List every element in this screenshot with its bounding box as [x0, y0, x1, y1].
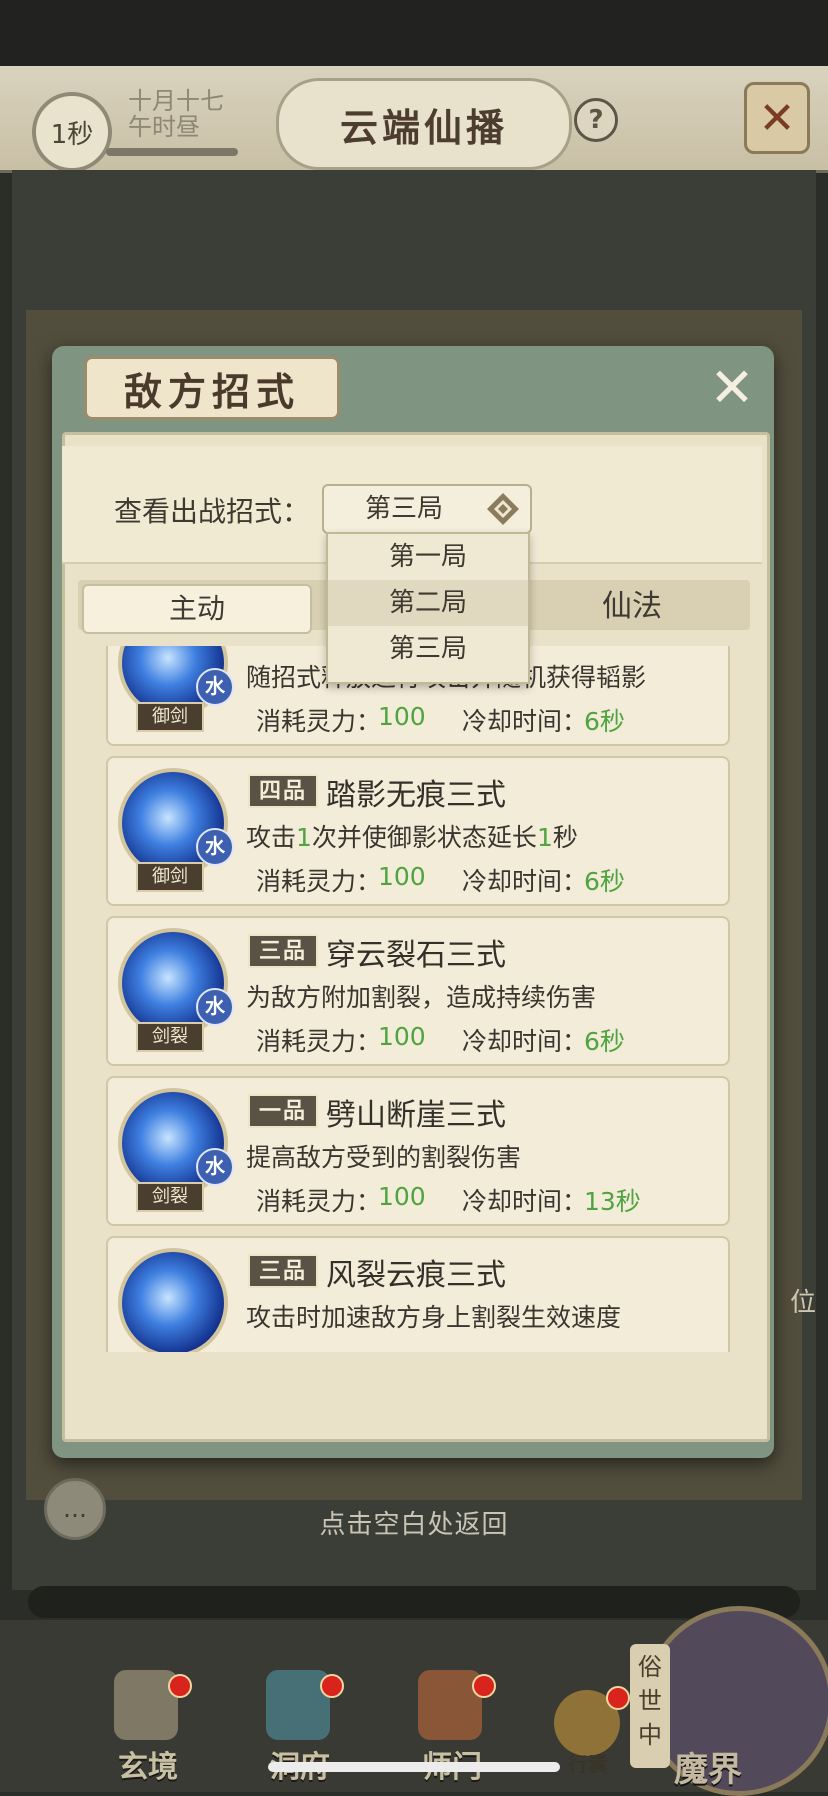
- skill-card[interactable]: 三品 风裂云痕三式 攻击时加速敌方身上割裂生效速度: [106, 1236, 730, 1352]
- skill-list[interactable]: 水 御剑 随招式释放进行攻击并随机获得韬影 消耗灵力： 100 冷却时间： 6秒…: [80, 646, 746, 1352]
- desc-number: 1: [296, 823, 312, 852]
- cooldown-label: 冷却时间：: [462, 707, 588, 736]
- skill-type-badge: 剑裂: [136, 1022, 204, 1052]
- diamond-dropdown-icon: [487, 493, 519, 525]
- cooldown-value: 6秒: [584, 707, 625, 736]
- round-dropdown-menu: 第一局 第二局 第三局: [326, 532, 530, 684]
- notification-dot: [320, 1674, 344, 1698]
- desc-part: 攻击: [246, 823, 297, 852]
- modal-title: 敌方招式: [84, 356, 340, 420]
- demon-realm-label: 魔界: [674, 1750, 742, 1790]
- cost-value: 100: [378, 1022, 426, 1051]
- game-date: 十月十七 午时昼: [128, 88, 248, 140]
- date-time: 午时昼: [128, 113, 200, 141]
- cooldown-value: 6秒: [584, 867, 625, 896]
- grade-badge: 四品: [248, 774, 318, 808]
- round-option-3[interactable]: 第三局: [328, 626, 528, 672]
- time-progress-bar: [106, 148, 238, 156]
- skill-card[interactable]: 水 剑裂 一品 劈山断崖三式 提高敌方受到的割裂伤害 消耗灵力： 100 冷却时…: [106, 1076, 730, 1226]
- cooldown-label: 冷却时间：: [462, 867, 588, 896]
- side-label: 位: [790, 1288, 817, 1318]
- top-close-icon[interactable]: ✕: [744, 82, 810, 154]
- grade-badge: 一品: [248, 1094, 318, 1128]
- cost-label: 消耗灵力：: [256, 707, 382, 736]
- skill-description: 提高敌方受到的割裂伤害: [246, 1143, 522, 1172]
- home-indicator: [268, 1762, 560, 1772]
- cost-value: 100: [378, 1182, 426, 1211]
- skill-card[interactable]: 水 御剑 四品 踏影无痕三式 攻击1次并使御影状态延长1秒 消耗灵力： 100 …: [106, 756, 730, 906]
- page-title: 云端仙播: [276, 78, 572, 170]
- skill-type-badge: 剑裂: [136, 1182, 204, 1212]
- cost-label: 消耗灵力：: [256, 867, 382, 896]
- cooldown-value: 13秒: [584, 1187, 641, 1216]
- cost-value: 100: [378, 702, 426, 731]
- tab-immortal-arts[interactable]: 仙法: [532, 584, 732, 630]
- bag-label: 行囊: [568, 1752, 608, 1776]
- skill-name: 劈山断崖三式: [326, 1098, 506, 1133]
- cost-value: 100: [378, 862, 426, 891]
- cooldown-label: 冷却时间：: [462, 1027, 588, 1056]
- nav-xuanjing[interactable]: 玄境: [88, 1660, 208, 1785]
- water-element-badge: 水: [196, 1148, 234, 1186]
- water-element-badge: 水: [196, 988, 234, 1026]
- date-day: 十月十七: [128, 87, 224, 115]
- tab-active-skills[interactable]: 主动: [82, 584, 312, 634]
- notification-dot: [472, 1674, 496, 1698]
- skill-type-badge: 御剑: [136, 702, 204, 732]
- return-hint-text: 点击空白处返回: [319, 1510, 509, 1540]
- grade-badge: 三品: [248, 934, 318, 968]
- notification-dot: [168, 1674, 192, 1698]
- round-option-2[interactable]: 第二局: [328, 580, 528, 626]
- desc-number: 1: [536, 823, 553, 852]
- realm-tag: 俗世中: [630, 1644, 670, 1768]
- skill-type-badge: 御剑: [136, 862, 204, 892]
- cost-label: 消耗灵力：: [256, 1187, 382, 1216]
- round-option-1[interactable]: 第一局: [328, 534, 528, 580]
- skill-name: 踏影无痕三式: [326, 778, 506, 813]
- skill-name: 穿云裂石三式: [326, 938, 506, 973]
- notification-dot: [606, 1686, 630, 1710]
- return-hint[interactable]: 点击空白处返回: [0, 1504, 828, 1541]
- round-selected-value: 第三局: [364, 494, 443, 524]
- round-select[interactable]: 第三局: [322, 484, 532, 534]
- bottom-chat-bar: [28, 1586, 800, 1618]
- cooldown-label: 冷却时间：: [462, 1187, 588, 1216]
- skill-description: 攻击时加速敌方身上割裂生效速度: [246, 1303, 622, 1332]
- bag-button[interactable]: 行囊: [548, 1686, 630, 1780]
- status-bar: [0, 0, 828, 66]
- skill-name: 风裂云痕三式: [326, 1258, 506, 1293]
- water-element-badge: 水: [196, 828, 234, 866]
- skill-description: 为敌方附加割裂，造成持续伤害: [246, 983, 597, 1012]
- desc-part: 次并使御影状态延长: [311, 823, 537, 852]
- cooldown-value: 6秒: [584, 1027, 625, 1056]
- nav-label: 玄境: [118, 1750, 178, 1785]
- help-button[interactable]: ?: [574, 98, 618, 142]
- desc-part: 秒: [552, 823, 578, 852]
- cost-label: 消耗灵力：: [256, 1027, 382, 1056]
- skill-icon: [118, 1248, 228, 1352]
- timer-badge: 1秒: [32, 92, 112, 172]
- grade-badge: 三品: [248, 1254, 318, 1288]
- water-element-badge: 水: [196, 668, 234, 706]
- close-x-icon[interactable]: ✕: [704, 360, 760, 416]
- skill-card[interactable]: 水 剑裂 三品 穿云裂石三式 为敌方附加割裂，造成持续伤害 消耗灵力： 100 …: [106, 916, 730, 1066]
- skill-description: 攻击1次并使御影状态延长1秒: [246, 818, 578, 854]
- round-label: 查看出战招式：: [114, 495, 311, 528]
